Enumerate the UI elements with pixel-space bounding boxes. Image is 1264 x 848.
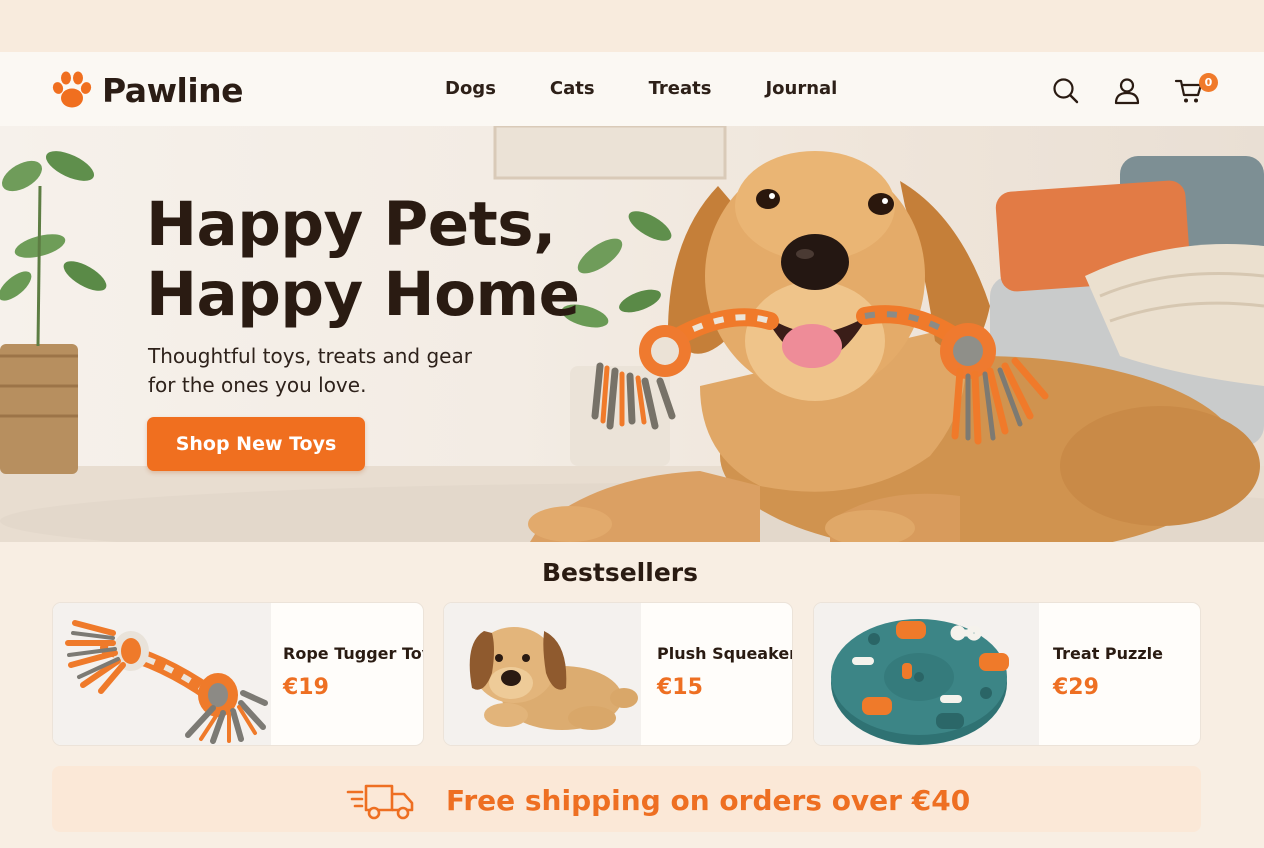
cart-count-badge: 0 [1199, 73, 1218, 92]
hero-title-line-2: Happy Home [146, 259, 580, 330]
product-image-rope-toy [53, 603, 271, 745]
hero-title-line-1: Happy Pets, [146, 189, 556, 260]
product-card-rope-tugger[interactable]: Rope Tugger Toy €19 [52, 602, 424, 746]
hero-banner: Happy Pets, Happy Home Thoughtful toys, … [0, 126, 1264, 542]
hero-subtitle-line-2: for the ones you love. [148, 373, 367, 397]
shop-new-toys-button[interactable]: Shop New Toys [147, 417, 365, 471]
hero-subtitle-line-1: Thoughtful toys, treats and gear [148, 344, 472, 368]
product-card-plush-squeaker[interactable]: Plush Squeaker €15 [443, 602, 793, 746]
nav-item-treats[interactable]: Treats [649, 78, 712, 99]
site-header: Pawline Dogs Cats Treats Journal [0, 52, 1264, 126]
product-card-treat-puzzle[interactable]: Treat Puzzle €29 [813, 602, 1201, 746]
nav-item-cats[interactable]: Cats [550, 78, 595, 99]
brand-logo[interactable]: Pawline [50, 69, 244, 111]
main-nav: Dogs Cats Treats Journal [445, 78, 891, 99]
paw-icon [52, 71, 92, 108]
hero-subtitle: Thoughtful toys, treats and gear for the… [148, 342, 508, 400]
brand-name: Pawline [102, 70, 244, 110]
free-shipping-text: Free shipping on orders over €40 [446, 784, 971, 817]
product-image-treat-puzzle [814, 603, 1039, 745]
user-icon[interactable] [1112, 76, 1142, 106]
delivery-truck-icon [346, 784, 414, 820]
product-price: €19 [283, 675, 329, 700]
top-strip [0, 0, 1264, 52]
bestsellers-title: Bestsellers [542, 558, 698, 587]
product-name: Treat Puzzle [1053, 644, 1163, 663]
nav-item-journal[interactable]: Journal [765, 78, 837, 99]
product-name: Plush Squeaker [657, 644, 793, 663]
product-image-plush-toy [444, 603, 641, 745]
product-price: €29 [1053, 675, 1099, 700]
search-icon[interactable] [1051, 76, 1081, 106]
product-price: €15 [657, 675, 703, 700]
hero-title: Happy Pets, Happy Home [146, 189, 580, 330]
product-name: Rope Tugger Toy [283, 644, 424, 663]
free-shipping-banner: Free shipping on orders over €40 [52, 766, 1201, 832]
nav-item-dogs[interactable]: Dogs [445, 78, 496, 99]
